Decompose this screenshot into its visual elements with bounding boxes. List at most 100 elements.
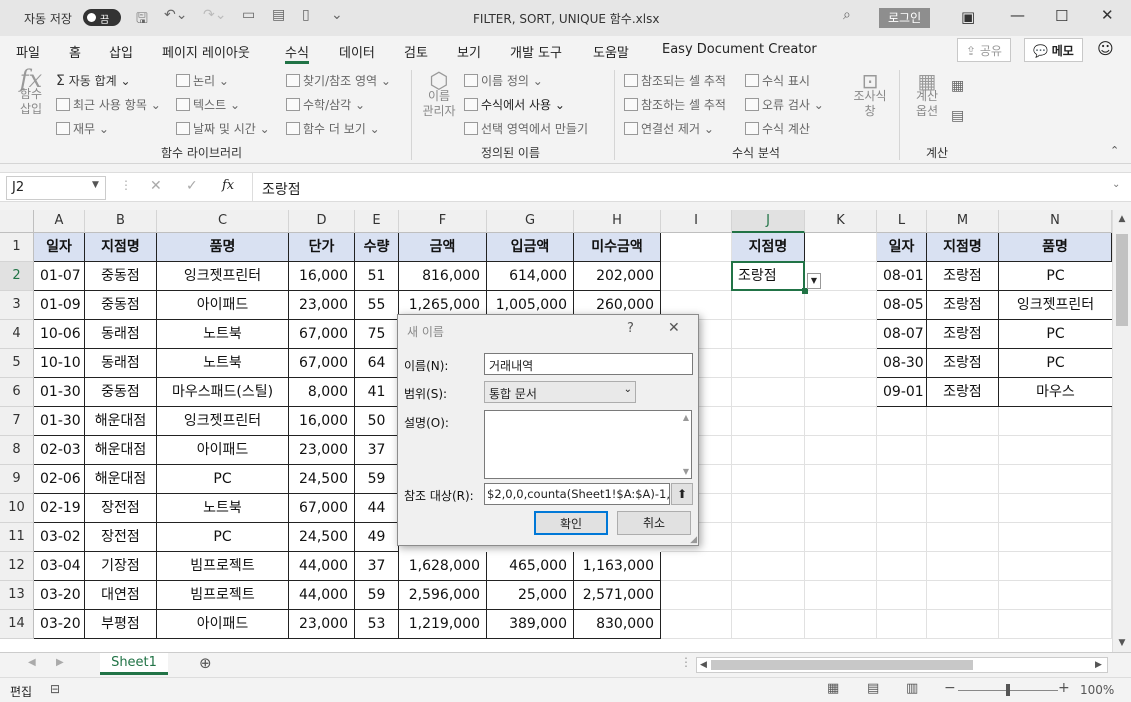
cell[interactable]: 지점명 (732, 233, 805, 262)
insert-function-button[interactable]: fx 함수 삽입 (12, 67, 50, 117)
scroll-left-icon[interactable]: ◀ (700, 658, 707, 672)
tab-developer[interactable]: 개발 도구 (510, 42, 562, 61)
search-icon[interactable]: ⌕ (843, 7, 851, 23)
cell[interactable]: 03-20 (34, 581, 85, 610)
undo-icon[interactable]: ↶⌄ (164, 7, 187, 23)
cell[interactable] (877, 465, 927, 494)
cell[interactable] (732, 349, 805, 378)
new-file-icon[interactable]: ▯ (302, 7, 310, 23)
cancel-entry-icon[interactable]: ✕ (150, 178, 162, 194)
cell[interactable]: PC (999, 262, 1112, 291)
cell[interactable]: 잉크젯프린터 (157, 262, 289, 291)
cell[interactable]: 조랑점 (927, 320, 999, 349)
cell[interactable]: 지점명 (85, 233, 157, 262)
cell[interactable]: 해운대점 (85, 436, 157, 465)
cell[interactable]: 24,500 (289, 465, 355, 494)
cell[interactable]: 해운대점 (85, 465, 157, 494)
error-checking-button[interactable]: 오류 검사 ⌄ (745, 96, 824, 113)
scroll-down-icon[interactable]: ▼ (1113, 634, 1131, 652)
cell[interactable] (999, 465, 1112, 494)
trace-precedents-button[interactable]: 참조되는 셀 추적 (624, 72, 726, 89)
column-header[interactable]: H (574, 210, 661, 233)
cell[interactable]: 67,000 (289, 349, 355, 378)
column-header[interactable]: F (399, 210, 487, 233)
cell[interactable]: 1,628,000 (399, 552, 487, 581)
use-in-formula-button[interactable]: 수식에서 사용 ⌄ (464, 96, 565, 113)
cell[interactable]: 01-30 (34, 378, 85, 407)
cell[interactable] (999, 523, 1112, 552)
cell[interactable] (805, 378, 877, 407)
cell[interactable] (877, 494, 927, 523)
column-header[interactable]: N (999, 210, 1112, 233)
cell[interactable]: 64 (355, 349, 399, 378)
cell[interactable]: 08-07 (877, 320, 927, 349)
page-layout-view-icon[interactable]: ▤ (867, 681, 879, 696)
cell[interactable]: 일자 (34, 233, 85, 262)
remove-arrows-button[interactable]: 연결선 제거 ⌄ (624, 120, 714, 137)
login-button[interactable]: 로그인 (879, 8, 931, 28)
column-header[interactable]: B (85, 210, 157, 233)
cell[interactable]: 입금액 (487, 233, 574, 262)
column-header[interactable]: E (355, 210, 399, 233)
column-header[interactable]: A (34, 210, 85, 233)
cell[interactable] (732, 407, 805, 436)
name-box-dropdown-icon[interactable]: ▼ (92, 180, 99, 190)
cell[interactable]: 23,000 (289, 436, 355, 465)
scope-select[interactable]: 통합 문서 ⌄ (484, 381, 636, 403)
cell[interactable]: PC (157, 523, 289, 552)
feedback-smiley-icon[interactable]: ☺ (1097, 39, 1114, 58)
cell[interactable]: 조랑점 (927, 291, 999, 320)
cell[interactable]: 23,000 (289, 610, 355, 639)
sheet-tab-sheet1[interactable]: Sheet1 (100, 653, 168, 675)
cell[interactable]: 금액 (399, 233, 487, 262)
expand-formula-icon[interactable]: ⌄ (1112, 179, 1120, 190)
cell[interactable]: 44,000 (289, 552, 355, 581)
text-button[interactable]: 텍스트 ⌄ (176, 96, 240, 113)
horizontal-scrollbar[interactable]: ◀ ▶ (696, 657, 1108, 673)
cell[interactable]: 장전점 (85, 523, 157, 552)
column-header[interactable]: J (732, 210, 805, 233)
show-formulas-button[interactable]: 수식 표시 (745, 72, 810, 89)
trace-dependents-button[interactable]: 참조하는 셀 추적 (624, 96, 726, 113)
cell[interactable]: 노트북 (157, 494, 289, 523)
cell[interactable]: 03-02 (34, 523, 85, 552)
share-button[interactable]: ⇪ 공유 (957, 38, 1011, 62)
cell[interactable] (805, 465, 877, 494)
cell[interactable] (805, 552, 877, 581)
cell[interactable] (805, 320, 877, 349)
cell[interactable]: 830,000 (574, 610, 661, 639)
cell[interactable]: 부평점 (85, 610, 157, 639)
redo-icon[interactable]: ↷⌄ (203, 7, 226, 23)
dialog-close-icon[interactable]: ✕ (668, 320, 680, 336)
cell[interactable]: 기장점 (85, 552, 157, 581)
row-header[interactable]: 10 (0, 494, 34, 523)
cell[interactable]: 잉크젯프린터 (999, 291, 1112, 320)
cell[interactable] (805, 523, 877, 552)
create-from-selection-button[interactable]: 선택 영역에서 만들기 (464, 120, 588, 137)
tab-formulas[interactable]: 수식 (285, 42, 309, 64)
resize-grip-icon[interactable]: ◢ (690, 535, 697, 545)
cell[interactable]: 노트북 (157, 349, 289, 378)
tab-data[interactable]: 데이터 (339, 42, 375, 61)
calc-options-button[interactable]: ▦ 계산 옵션 (906, 71, 948, 119)
cell[interactable]: 37 (355, 436, 399, 465)
cell[interactable] (732, 291, 805, 320)
cell[interactable]: 59 (355, 465, 399, 494)
cell[interactable]: 중동점 (85, 378, 157, 407)
evaluate-formula-button[interactable]: 수식 계산 (745, 120, 810, 137)
cell[interactable]: 빔프로젝트 (157, 581, 289, 610)
cell[interactable]: 아이패드 (157, 291, 289, 320)
cell[interactable]: PC (999, 349, 1112, 378)
cell[interactable]: 51 (355, 262, 399, 291)
cell[interactable] (877, 407, 927, 436)
cell[interactable]: 614,000 (487, 262, 574, 291)
calc-now-icon[interactable]: ▦ (951, 78, 964, 94)
comment-textarea[interactable]: ▲ ▼ (484, 410, 692, 479)
cell[interactable] (877, 581, 927, 610)
name-manager-button[interactable]: ⬡ 이름 관리자 (418, 71, 460, 119)
cell[interactable] (661, 610, 732, 639)
cell[interactable]: 08-01 (877, 262, 927, 291)
cell[interactable]: 장전점 (85, 494, 157, 523)
column-header[interactable]: K (805, 210, 877, 233)
column-header[interactable]: L (877, 210, 927, 233)
